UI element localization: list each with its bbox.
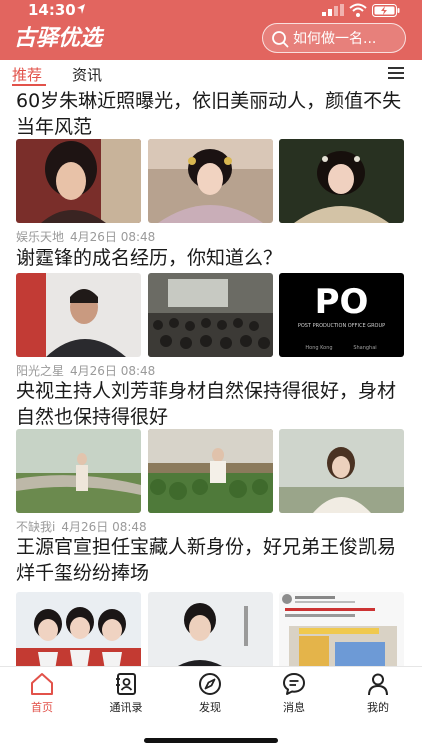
article-thumbnails[interactable] — [16, 592, 405, 666]
app-logo: 古驿优选 — [14, 25, 103, 51]
vegetable-field-icon[interactable] — [148, 429, 273, 513]
wifi-icon — [349, 3, 367, 17]
contacts-icon — [116, 673, 136, 695]
article-title[interactable]: 王源官宣担任宝藏人新身份，好兄弟王俊凯易烊千玺纷纷捧场 — [16, 534, 406, 586]
status-bar: 14:30 — [0, 0, 422, 20]
po-logo-caption: POST PRODUCTION OFFICE GROUP — [298, 323, 385, 329]
tab-active-indicator — [12, 84, 46, 86]
location-arrow-icon — [77, 4, 85, 14]
portrait-man-icon[interactable] — [148, 592, 273, 666]
article-source: 不缺我i — [16, 520, 56, 534]
battery-charging-icon — [372, 4, 400, 17]
po-logo-city-left: Hong Kong — [305, 345, 332, 351]
portrait-woman-icon[interactable] — [16, 139, 141, 223]
category-tabs: 推荐 资讯 — [0, 60, 422, 88]
tab-profile[interactable]: 我的 — [336, 671, 420, 721]
outdoor-woman-icon[interactable] — [16, 429, 141, 513]
tab-discover[interactable]: 发现 — [168, 671, 252, 721]
tab-news[interactable]: 资讯 — [72, 64, 102, 85]
cellular-signal-icon — [322, 4, 344, 16]
menu-icon[interactable] — [388, 66, 404, 80]
article-meta: 阳光之星 4月26日 08:48 — [16, 362, 155, 379]
article-thumbnails[interactable]: PO POST PRODUCTION OFFICE GROUP Hong Kong S… — [16, 273, 405, 357]
article-time: 4月26日 08:48 — [70, 230, 156, 244]
article-thumbnails[interactable] — [16, 429, 405, 513]
po-logo-icon[interactable]: PO POST PRODUCTION OFFICE GROUP Hong Kong S… — [279, 273, 404, 357]
article-time: 4月26日 08:48 — [61, 520, 147, 534]
tab-home[interactable]: 首页 — [0, 671, 84, 721]
article-thumbnails[interactable] — [16, 139, 405, 223]
article-source: 阳光之星 — [16, 364, 65, 378]
status-time: 14:30 — [28, 1, 76, 19]
app-header: 14:30 古驿优选 — [0, 0, 422, 60]
user-icon — [368, 673, 388, 696]
tab-discover-label: 发现 — [199, 701, 221, 714]
portrait-man-icon[interactable] — [16, 273, 141, 357]
tab-messages[interactable]: 消息 — [252, 671, 336, 721]
article-source: 娱乐天地 — [16, 230, 65, 244]
article-title[interactable]: 央视主持人刘芳菲身材自然保持得很好，身材自然也保持得很好 — [16, 378, 406, 430]
article-meta: 娱乐天地 4月26日 08:48 — [16, 228, 155, 245]
article-title[interactable]: 60岁朱琳近照曝光，依旧美丽动人，颜值不失当年风范 — [16, 88, 406, 140]
tab-home-label: 首页 — [31, 701, 53, 714]
po-logo-city-right: Shanghai — [353, 345, 376, 351]
outdoor-woman-icon[interactable] — [279, 429, 404, 513]
home-icon — [31, 673, 53, 695]
audience-icon[interactable] — [148, 273, 273, 357]
home-indicator[interactable] — [144, 738, 278, 743]
article-title[interactable]: 谢霆锋的成名经历，你知道么？ — [16, 245, 406, 271]
costume-drama-icon[interactable] — [148, 139, 273, 223]
po-logo-text: PO — [315, 282, 369, 322]
article-time: 4月26日 08:48 — [70, 364, 156, 378]
tab-contacts[interactable]: 通讯录 — [84, 671, 168, 721]
costume-drama-icon[interactable] — [279, 139, 404, 223]
news-feed: 60岁朱琳近照曝光，依旧美丽动人，颜值不失当年风范 娱乐天地 4月26日 08:4… — [0, 88, 422, 666]
tab-profile-label: 我的 — [367, 701, 389, 714]
search-icon — [272, 31, 289, 48]
tab-messages-label: 消息 — [283, 701, 305, 714]
group-photo-icon[interactable] — [16, 592, 141, 666]
tab-recommend[interactable]: 推荐 — [12, 64, 42, 85]
social-post-icon[interactable] — [279, 592, 404, 666]
tab-contacts-label: 通讯录 — [109, 701, 143, 714]
message-icon — [283, 673, 305, 695]
search-box[interactable] — [262, 23, 406, 53]
article-meta: 不缺我i 4月26日 08:48 — [16, 518, 147, 535]
compass-icon — [199, 673, 221, 695]
search-input[interactable] — [293, 29, 401, 49]
